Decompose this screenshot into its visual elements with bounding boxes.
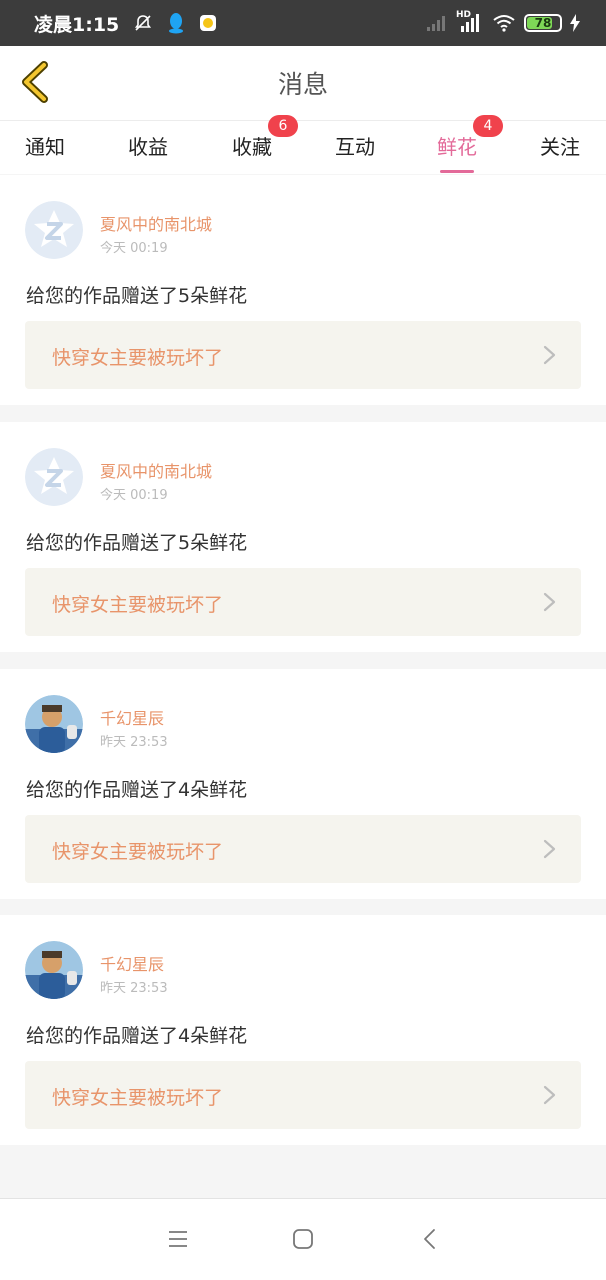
battery-level: 78	[534, 16, 552, 30]
sender-name[interactable]: 千幻星辰	[100, 951, 164, 975]
tab-label: 互动	[335, 135, 375, 159]
message-time: 今天 00:19	[100, 488, 168, 503]
cellular-signal-icon	[427, 16, 445, 31]
chevron-right-icon	[543, 1085, 556, 1105]
header: 消息	[0, 46, 606, 120]
tab-earnings[interactable]: 收益	[128, 131, 168, 160]
sender-name[interactable]: 夏风中的南北城	[100, 211, 212, 235]
work-link[interactable]: 快穿女主要被玩坏了	[25, 321, 581, 389]
tab-flowers[interactable]: 鲜花 4	[437, 115, 503, 173]
message-time: 今天 00:19	[100, 241, 168, 256]
user-photo-avatar[interactable]	[25, 941, 83, 999]
status-time: 凌晨1:15	[34, 13, 120, 36]
charging-icon	[570, 14, 580, 32]
message-text: 给您的作品赠送了5朵鲜花	[26, 532, 248, 554]
tab-favorites[interactable]: 收藏 6	[232, 115, 298, 160]
hd-signal-icon: HD	[456, 10, 484, 32]
work-link[interactable]: 快穿女主要被玩坏了	[25, 568, 581, 636]
battery-icon: 78	[524, 14, 562, 32]
system-nav-bar	[0, 1198, 606, 1280]
default-avatar-icon[interactable]	[25, 448, 83, 506]
back-chevron-icon	[22, 61, 48, 103]
badge: 6	[268, 115, 298, 137]
message-time: 昨天 23:53	[100, 735, 168, 750]
work-title: 快穿女主要被玩坏了	[52, 347, 224, 369]
tab-label: 收益	[128, 135, 168, 159]
menu-icon[interactable]	[166, 1227, 190, 1251]
message-time: 昨天 23:53	[100, 981, 168, 996]
default-avatar-icon[interactable]	[25, 201, 83, 259]
app-notification-icon	[200, 15, 217, 31]
work-link[interactable]: 快穿女主要被玩坏了	[25, 815, 581, 883]
user-photo-avatar[interactable]	[25, 695, 83, 753]
message-card[interactable]: 夏风中的南北城 今天 00:19 给您的作品赠送了5朵鲜花 快穿女主要被玩坏了	[0, 175, 606, 405]
message-card[interactable]: 千幻星辰 昨天 23:53 给您的作品赠送了4朵鲜花 快穿女主要被玩坏了	[0, 669, 606, 899]
active-tab-indicator	[440, 170, 474, 173]
message-text: 给您的作品赠送了4朵鲜花	[26, 779, 248, 801]
badge: 4	[473, 115, 503, 137]
sender-name[interactable]: 千幻星辰	[100, 705, 164, 729]
tab-interactions[interactable]: 互动	[335, 131, 375, 160]
sender-name[interactable]: 夏风中的南北城	[100, 458, 212, 482]
tab-follows[interactable]: 关注	[540, 131, 580, 160]
chevron-right-icon	[543, 592, 556, 612]
qq-icon	[169, 13, 184, 34]
back-icon[interactable]	[419, 1227, 443, 1251]
message-card[interactable]: 千幻星辰 昨天 23:53 给您的作品赠送了4朵鲜花 快穿女主要被玩坏了	[0, 915, 606, 1145]
tab-label: 收藏	[232, 135, 272, 159]
tab-label: 关注	[540, 135, 580, 159]
wifi-icon	[493, 15, 515, 32]
message-card[interactable]: 夏风中的南北城 今天 00:19 给您的作品赠送了5朵鲜花 快穿女主要被玩坏了	[0, 422, 606, 652]
tab-notifications[interactable]: 通知	[25, 131, 65, 160]
work-title: 快穿女主要被玩坏了	[52, 1087, 224, 1109]
work-link[interactable]: 快穿女主要被玩坏了	[25, 1061, 581, 1129]
message-text: 给您的作品赠送了4朵鲜花	[26, 1025, 248, 1047]
chevron-right-icon	[543, 345, 556, 365]
work-title: 快穿女主要被玩坏了	[52, 841, 224, 863]
status-bar: 凌晨1:15 HD 78	[0, 0, 606, 46]
chevron-right-icon	[543, 839, 556, 859]
home-icon[interactable]	[291, 1227, 315, 1251]
tab-label: 通知	[25, 135, 65, 159]
work-title: 快穿女主要被玩坏了	[52, 594, 224, 616]
tab-bar: 通知 收益 收藏 6 互动 鲜花 4 关注	[0, 115, 606, 174]
message-text: 给您的作品赠送了5朵鲜花	[26, 285, 248, 307]
mute-bell-icon	[135, 15, 152, 31]
page-title: 消息	[277, 70, 328, 99]
back-button[interactable]	[14, 60, 54, 104]
tab-label: 鲜花	[437, 135, 477, 159]
